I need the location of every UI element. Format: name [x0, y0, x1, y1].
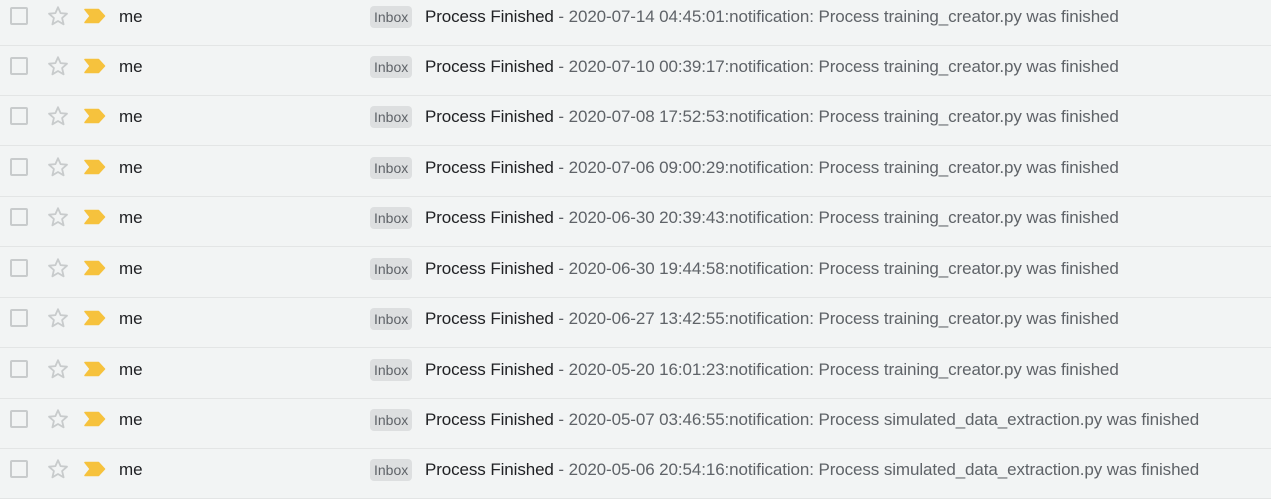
checkbox-icon[interactable] — [10, 309, 28, 327]
star-outline-icon[interactable] — [46, 357, 70, 381]
email-subject: Process Finished — [425, 460, 554, 479]
email-snippet: - 2020-05-06 20:54:16:notification: Proc… — [553, 460, 1200, 479]
star-outline-icon[interactable] — [46, 457, 70, 481]
email-row[interactable]: me Inbox Process Finished - 2020-06-30 2… — [0, 197, 1271, 247]
email-subject: Process Finished — [425, 360, 554, 379]
email-content: Process Finished - 2020-05-07 03:46:55:n… — [425, 409, 1199, 430]
star-outline-icon[interactable] — [46, 155, 70, 179]
email-snippet: - 2020-07-10 00:39:17:notification: Proc… — [553, 57, 1119, 76]
inbox-label: Inbox — [370, 6, 413, 28]
inbox-label: Inbox — [370, 459, 413, 481]
star-outline-icon[interactable] — [46, 256, 70, 280]
important-marker-icon[interactable] — [84, 310, 106, 326]
checkbox-icon[interactable] — [10, 107, 28, 125]
email-subject: Process Finished — [425, 158, 554, 177]
important-marker-icon[interactable] — [84, 8, 106, 24]
checkbox-icon[interactable] — [10, 158, 28, 176]
email-row[interactable]: me Inbox Process Finished - 2020-05-06 2… — [0, 449, 1271, 499]
email-row[interactable]: me Inbox Process Finished - 2020-07-10 0… — [0, 46, 1271, 96]
email-subject: Process Finished — [425, 107, 554, 126]
important-marker-icon[interactable] — [84, 108, 106, 124]
important-marker-icon[interactable] — [84, 159, 106, 175]
checkbox-icon[interactable] — [10, 259, 28, 277]
sender-name: me — [119, 57, 143, 76]
email-snippet: - 2020-07-08 17:52:53:notification: Proc… — [553, 107, 1119, 126]
checkbox-icon[interactable] — [10, 460, 28, 478]
email-row[interactable]: me Inbox Process Finished - 2020-06-27 1… — [0, 298, 1271, 348]
email-subject: Process Finished — [425, 259, 554, 278]
sender-name: me — [119, 7, 143, 26]
star-outline-icon[interactable] — [46, 4, 70, 28]
email-row[interactable]: me Inbox Process Finished - 2020-07-14 0… — [0, 0, 1271, 46]
email-subject: Process Finished — [425, 57, 554, 76]
email-row[interactable]: me Inbox Process Finished - 2020-05-07 0… — [0, 399, 1271, 449]
email-snippet: - 2020-07-14 04:45:01:notification: Proc… — [553, 7, 1119, 26]
inbox-label: Inbox — [370, 56, 413, 78]
inbox-label: Inbox — [370, 308, 413, 330]
star-outline-icon[interactable] — [46, 104, 70, 128]
sender-name: me — [119, 158, 143, 177]
email-subject: Process Finished — [425, 410, 554, 429]
sender-name: me — [119, 460, 143, 479]
email-row[interactable]: me Inbox Process Finished - 2020-05-20 1… — [0, 349, 1271, 399]
checkbox-icon[interactable] — [10, 57, 28, 75]
important-marker-icon[interactable] — [84, 411, 106, 427]
email-row[interactable]: me Inbox Process Finished - 2020-06-30 1… — [0, 248, 1271, 298]
important-marker-icon[interactable] — [84, 209, 106, 225]
email-content: Process Finished - 2020-07-10 00:39:17:n… — [425, 56, 1119, 77]
sender-name: me — [119, 107, 143, 126]
email-content: Process Finished - 2020-07-06 09:00:29:n… — [425, 157, 1119, 178]
email-content: Process Finished - 2020-05-06 20:54:16:n… — [425, 459, 1199, 480]
important-marker-icon[interactable] — [84, 58, 106, 74]
checkbox-icon[interactable] — [10, 410, 28, 428]
email-snippet: - 2020-05-07 03:46:55:notification: Proc… — [553, 410, 1200, 429]
email-content: Process Finished - 2020-06-27 13:42:55:n… — [425, 308, 1119, 329]
inbox-label: Inbox — [370, 157, 413, 179]
star-outline-icon[interactable] — [46, 407, 70, 431]
email-content: Process Finished - 2020-07-08 17:52:53:n… — [425, 106, 1119, 127]
checkbox-icon[interactable] — [10, 7, 28, 25]
important-marker-icon[interactable] — [84, 260, 106, 276]
email-content: Process Finished - 2020-06-30 20:39:43:n… — [425, 207, 1119, 228]
email-content: Process Finished - 2020-05-20 16:01:23:n… — [425, 359, 1119, 380]
email-snippet: - 2020-06-30 20:39:43:notification: Proc… — [553, 208, 1119, 227]
sender-name: me — [119, 208, 143, 227]
star-outline-icon[interactable] — [46, 54, 70, 78]
email-content: Process Finished - 2020-07-14 04:45:01:n… — [425, 6, 1119, 27]
important-marker-icon[interactable] — [84, 461, 106, 477]
sender-name: me — [119, 259, 143, 278]
email-subject: Process Finished — [425, 7, 554, 26]
sender-name: me — [119, 360, 143, 379]
inbox-label: Inbox — [370, 359, 413, 381]
email-snippet: - 2020-06-27 13:42:55:notification: Proc… — [553, 309, 1119, 328]
email-row[interactable]: me Inbox Process Finished - 2020-07-06 0… — [0, 147, 1271, 197]
inbox-label: Inbox — [370, 106, 413, 128]
email-snippet: - 2020-06-30 19:44:58:notification: Proc… — [553, 259, 1119, 278]
email-list: me Inbox Process Finished - 2020-07-14 0… — [0, 0, 1271, 499]
inbox-label: Inbox — [370, 258, 413, 280]
important-marker-icon[interactable] — [84, 361, 106, 377]
sender-name: me — [119, 410, 143, 429]
star-outline-icon[interactable] — [46, 306, 70, 330]
inbox-label: Inbox — [370, 207, 413, 229]
email-subject: Process Finished — [425, 309, 554, 328]
sender-name: me — [119, 309, 143, 328]
inbox-label: Inbox — [370, 409, 413, 431]
checkbox-icon[interactable] — [10, 360, 28, 378]
email-snippet: - 2020-07-06 09:00:29:notification: Proc… — [553, 158, 1119, 177]
email-subject: Process Finished — [425, 208, 554, 227]
email-row[interactable]: me Inbox Process Finished - 2020-07-08 1… — [0, 96, 1271, 146]
email-snippet: - 2020-05-20 16:01:23:notification: Proc… — [553, 360, 1119, 379]
star-outline-icon[interactable] — [46, 205, 70, 229]
email-content: Process Finished - 2020-06-30 19:44:58:n… — [425, 258, 1119, 279]
checkbox-icon[interactable] — [10, 208, 28, 226]
